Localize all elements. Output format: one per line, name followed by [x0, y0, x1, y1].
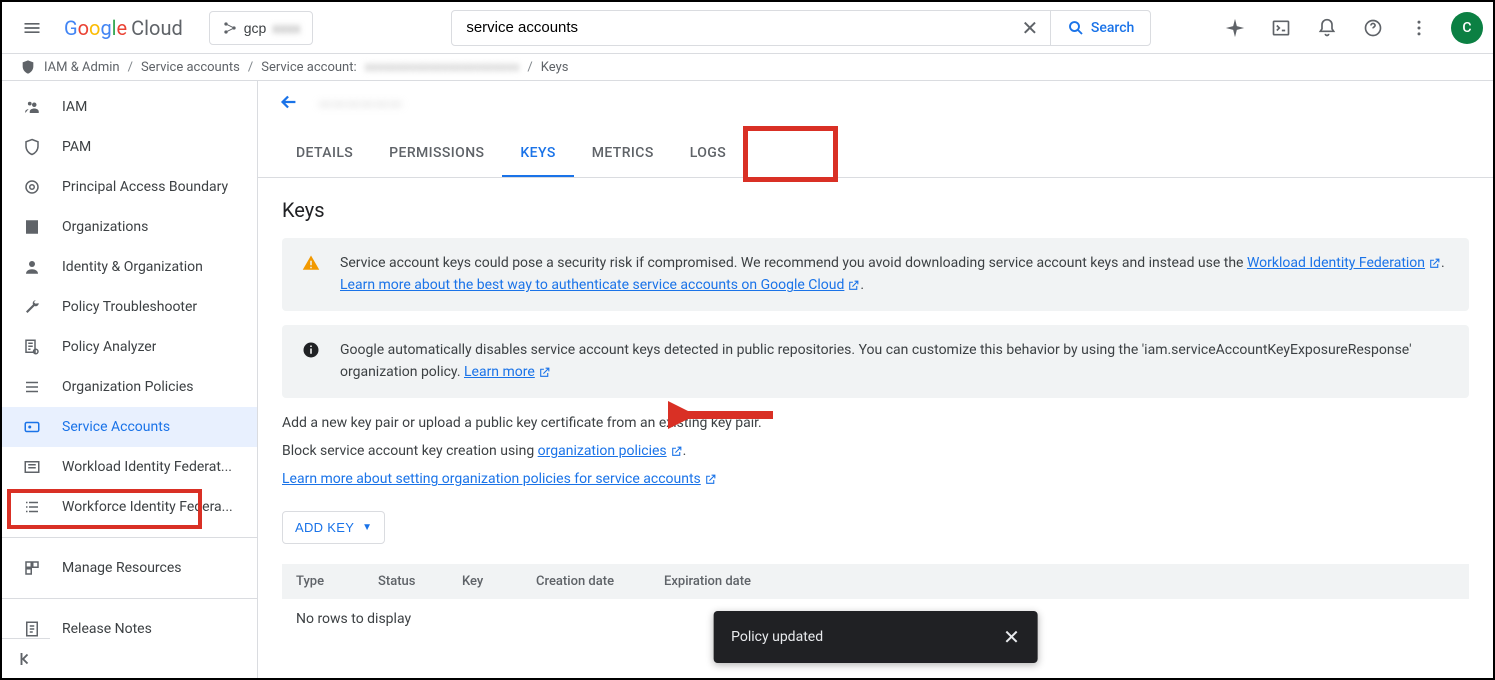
sidebar-item-workload[interactable]: Workload Identity Federat...: [2, 447, 257, 487]
search-button[interactable]: Search: [1050, 11, 1150, 45]
gemini-icon[interactable]: [1215, 8, 1255, 48]
breadcrumb: IAM & Admin / Service accounts / Service…: [2, 54, 1493, 81]
add-key-button[interactable]: ADD KEY ▼: [282, 511, 385, 544]
sidebar-item-troubleshooter[interactable]: Policy Troubleshooter: [2, 287, 257, 327]
sidebar-item-identity[interactable]: Identity & Organization: [2, 247, 257, 287]
list-icon: [22, 378, 42, 396]
notes-icon: [22, 620, 42, 638]
sidebar-item-service-accounts[interactable]: Service Accounts: [2, 407, 257, 447]
info-icon: [302, 339, 320, 366]
more-icon[interactable]: [1399, 8, 1439, 48]
tab-metrics[interactable]: METRICS: [574, 131, 672, 177]
th-status[interactable]: Status: [378, 574, 430, 589]
notifications-icon[interactable]: [1307, 8, 1347, 48]
text-add-key-desc: Add a new key pair or upload a public ke…: [282, 412, 1469, 434]
search-input[interactable]: [452, 19, 1010, 36]
page-title: ——————: [318, 95, 402, 116]
shield-icon: [22, 138, 42, 156]
building-icon: [22, 218, 42, 236]
wrench-icon: [22, 298, 42, 316]
tab-keys[interactable]: KEYS: [502, 131, 573, 177]
breadcrumb-item[interactable]: Service accounts: [141, 60, 240, 75]
link-learn-org-policies[interactable]: Learn more about setting organization po…: [282, 468, 717, 490]
dropdown-icon: ▼: [362, 522, 372, 533]
table-header: Type Status Key Creation date Expiration…: [282, 564, 1469, 599]
toast-close-icon[interactable]: ✕: [1003, 625, 1020, 649]
back-arrow-icon[interactable]: [278, 91, 302, 119]
person-icon: [22, 258, 42, 276]
list-icon: [22, 498, 42, 516]
project-icon: [222, 20, 238, 36]
section-heading: Keys: [282, 198, 1469, 222]
top-bar: Google Cloud gcpxxxx ✕ Search C: [2, 2, 1493, 54]
sidebar-item-workforce[interactable]: Workforce Identity Federa...: [2, 487, 257, 527]
people-icon: [22, 98, 42, 116]
sidebar-item-org-policies[interactable]: Organization Policies: [2, 367, 257, 407]
warning-icon: [302, 252, 320, 279]
user-avatar[interactable]: C: [1451, 12, 1483, 44]
search-icon: [1067, 19, 1085, 37]
tabs: DETAILS PERMISSIONS KEYS METRICS LOGS: [258, 129, 1493, 177]
link-learn-more-exposure[interactable]: Learn more: [464, 361, 551, 383]
th-key[interactable]: Key: [462, 574, 504, 589]
google-cloud-logo[interactable]: Google Cloud: [64, 16, 183, 40]
sidebar-item-pam[interactable]: PAM: [2, 127, 257, 167]
main-content: —————— DETAILS PERMISSIONS KEYS METRICS …: [258, 81, 1493, 678]
search-box: ✕ Search: [451, 10, 1151, 46]
sidebar: IAM PAM Principal Access Boundary Organi…: [2, 81, 258, 678]
sidebar-item-manage-resources[interactable]: Manage Resources: [2, 548, 257, 588]
search-clear-icon[interactable]: ✕: [1010, 16, 1050, 40]
cloud-shell-icon[interactable]: [1261, 8, 1301, 48]
breadcrumb-item[interactable]: Service account:: [261, 60, 356, 75]
federation-icon: [22, 458, 42, 476]
resources-icon: [22, 559, 42, 577]
th-creation-date[interactable]: Creation date: [536, 574, 632, 589]
toast: Policy updated ✕: [713, 611, 1038, 663]
tab-details[interactable]: DETAILS: [278, 131, 371, 177]
help-icon[interactable]: [1353, 8, 1393, 48]
breadcrumb-item[interactable]: Keys: [541, 60, 569, 75]
tab-logs[interactable]: LOGS: [672, 131, 744, 177]
project-selector[interactable]: gcpxxxx: [209, 11, 314, 45]
warning-banner: Service account keys could pose a securi…: [282, 238, 1469, 311]
link-workload-identity[interactable]: Workload Identity Federation: [1247, 252, 1441, 274]
menu-icon[interactable]: [12, 8, 52, 48]
topbar-actions: C: [1215, 8, 1483, 48]
link-org-policies[interactable]: organization policies: [538, 440, 683, 462]
sidebar-item-analyzer[interactable]: Policy Analyzer: [2, 327, 257, 367]
link-learn-more-auth[interactable]: Learn more about the best way to authent…: [340, 274, 860, 296]
tab-permissions[interactable]: PERMISSIONS: [371, 131, 502, 177]
sidebar-item-pab[interactable]: Principal Access Boundary: [2, 167, 257, 207]
breadcrumb-item[interactable]: IAM & Admin: [44, 60, 120, 75]
th-type[interactable]: Type: [296, 574, 346, 589]
toast-message: Policy updated: [731, 629, 823, 645]
collapse-sidebar-icon[interactable]: [2, 638, 50, 678]
logo-cloud-text: Cloud: [131, 16, 183, 40]
key-badge-icon: [22, 418, 42, 436]
info-banner: Google automatically disables service ac…: [282, 325, 1469, 398]
sidebar-item-iam[interactable]: IAM: [2, 87, 257, 127]
analyzer-icon: [22, 338, 42, 356]
shield-icon: [20, 59, 36, 75]
project-name: gcp: [244, 20, 267, 36]
boundary-icon: [22, 178, 42, 196]
th-expiration-date[interactable]: Expiration date: [664, 574, 774, 589]
sidebar-item-orgs[interactable]: Organizations: [2, 207, 257, 247]
